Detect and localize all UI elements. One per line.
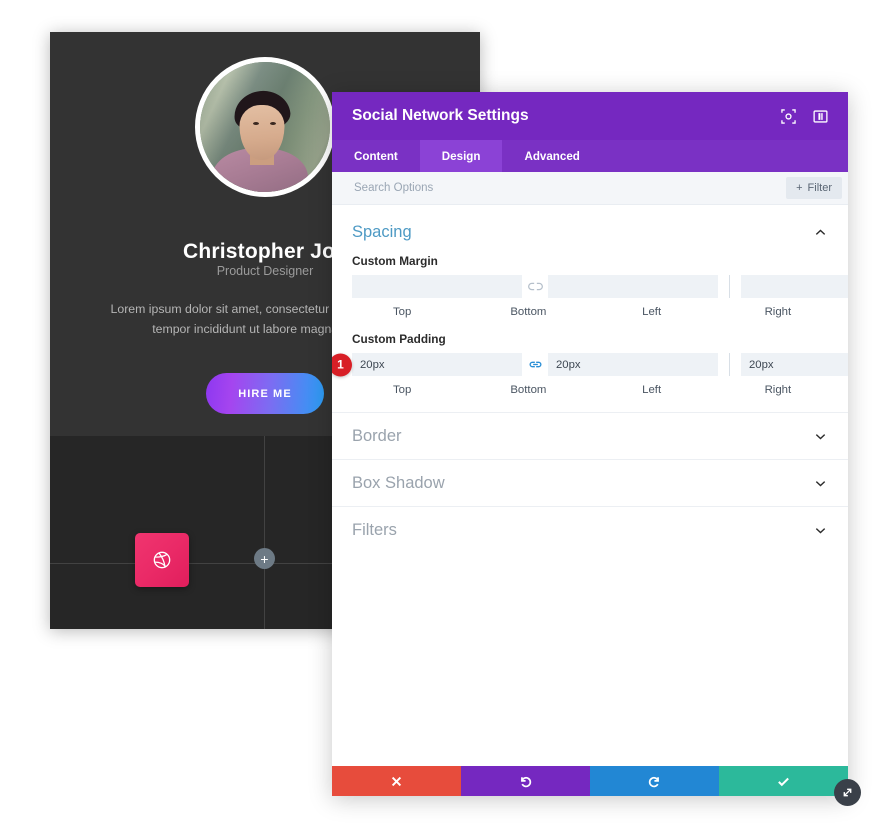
panel-layout-icon[interactable] [808, 104, 832, 128]
panel-tabs: Content Design Advanced [332, 140, 848, 172]
margin-bottom-label: Bottom [510, 306, 547, 318]
avatar [195, 57, 335, 197]
avatar-photo [200, 62, 330, 192]
section-border[interactable]: Border [332, 412, 848, 459]
chevron-down-icon-glyph [815, 433, 825, 439]
margin-group-divider [729, 275, 730, 298]
padding-left-right-group [741, 353, 848, 376]
hire-me-button[interactable]: HIRE ME [206, 373, 324, 414]
undo-button[interactable] [461, 766, 590, 796]
diagonal-resize-icon [843, 788, 852, 797]
undo-arrow-icon [521, 776, 532, 787]
filter-button-label: Filter [807, 182, 832, 194]
plus-icon: + [796, 182, 803, 194]
padding-bottom-input[interactable] [548, 353, 718, 376]
padding-lr-labels: Left Right [602, 379, 829, 396]
tab-content[interactable]: Content [332, 140, 420, 172]
custom-padding-inputs: 1 [332, 353, 848, 376]
tab-design[interactable]: Design [419, 140, 503, 172]
cancel-button[interactable] [332, 766, 461, 796]
padding-top-label: Top [392, 384, 412, 396]
panel-title: Social Network Settings [352, 107, 529, 124]
padding-tb-labels: Top Bottom [352, 379, 579, 396]
margin-right-label: Right [764, 306, 792, 318]
focus-target-icon-glyph [780, 108, 796, 124]
margin-tb-labels: Top Bottom [352, 301, 579, 318]
section-box-shadow-title: Box Shadow [352, 473, 445, 492]
section-filters[interactable]: Filters [332, 506, 848, 553]
margin-bottom-input[interactable] [548, 275, 718, 298]
section-box-shadow[interactable]: Box Shadow [332, 459, 848, 506]
margin-lr-labels: Left Right [602, 301, 829, 318]
chevron-up-icon-glyph [815, 229, 825, 235]
chevron-down-icon-filters[interactable] [812, 522, 828, 538]
chevron-down-icon-border[interactable] [812, 428, 828, 444]
panel-footer [332, 766, 848, 796]
dribbble-icon [153, 551, 171, 569]
custom-padding-label: Custom Padding [352, 332, 446, 346]
resize-handle[interactable] [834, 779, 861, 806]
step-badge-1: 1 [332, 353, 352, 376]
section-spacing: Spacing Custom Margin Top Bottom Left Ri… [332, 205, 848, 412]
padding-left-label: Left [642, 384, 662, 396]
guide-line-vertical [264, 436, 265, 629]
section-spacing-header[interactable]: Spacing [352, 205, 828, 254]
search-bar: + Filter [332, 172, 848, 205]
panel-layout-icon-glyph [812, 109, 828, 123]
save-button[interactable] [719, 766, 848, 796]
field-gap [352, 318, 828, 332]
margin-top-label: Top [392, 306, 412, 318]
social-icon-tile-dribbble[interactable] [135, 533, 189, 587]
filter-button[interactable]: + Filter [786, 177, 842, 199]
tab-advanced[interactable]: Advanced [502, 140, 601, 172]
margin-left-right-group [741, 275, 848, 298]
checkmark-icon [778, 777, 789, 786]
padding-link-icon-linked[interactable] [522, 359, 548, 370]
settings-panel: Social Network Settings Content Design A… [332, 92, 848, 796]
broken-chain-icon [527, 282, 543, 291]
padding-top-input[interactable] [352, 353, 522, 376]
panel-header: Social Network Settings [332, 92, 848, 140]
section-filters-title: Filters [352, 520, 397, 539]
chevron-down-icon-glyph-2 [815, 480, 825, 486]
search-input[interactable] [352, 181, 787, 195]
margin-top-input[interactable] [352, 275, 522, 298]
avatar-eye-left [253, 121, 260, 125]
margin-top-bottom-group [352, 275, 718, 298]
padding-bottom-label: Bottom [510, 384, 547, 396]
section-border-title: Border [352, 426, 402, 445]
margin-left-label: Left [642, 306, 662, 318]
add-module-button[interactable]: + [254, 548, 275, 569]
custom-padding-sublabels: Top Bottom Left Right [352, 379, 828, 396]
chevron-down-icon-box-shadow[interactable] [812, 475, 828, 491]
custom-margin-sublabels: Top Bottom Left Right [352, 301, 828, 318]
screenshot-root: Christopher Joe Product Designer Lorem i… [0, 0, 880, 828]
focus-target-icon[interactable] [776, 104, 800, 128]
avatar-eye-right [270, 121, 277, 125]
panel-body: Spacing Custom Margin Top Bottom Left Ri… [332, 205, 848, 766]
redo-button[interactable] [590, 766, 719, 796]
section-spacing-title: Spacing [352, 223, 412, 241]
padding-group-divider [729, 353, 730, 376]
chevron-down-icon-glyph-3 [815, 527, 825, 533]
close-x-icon [391, 776, 402, 786]
linked-chain-icon [529, 361, 541, 368]
chevron-up-icon[interactable] [812, 225, 828, 241]
custom-margin-label: Custom Margin [352, 254, 438, 268]
padding-right-label: Right [764, 384, 792, 396]
redo-arrow-icon [648, 776, 659, 787]
margin-link-icon-unlinked[interactable] [522, 281, 548, 292]
padding-top-bottom-group [352, 353, 718, 376]
custom-margin-inputs [352, 275, 848, 298]
margin-left-input[interactable] [741, 275, 848, 298]
padding-left-input[interactable] [741, 353, 848, 376]
